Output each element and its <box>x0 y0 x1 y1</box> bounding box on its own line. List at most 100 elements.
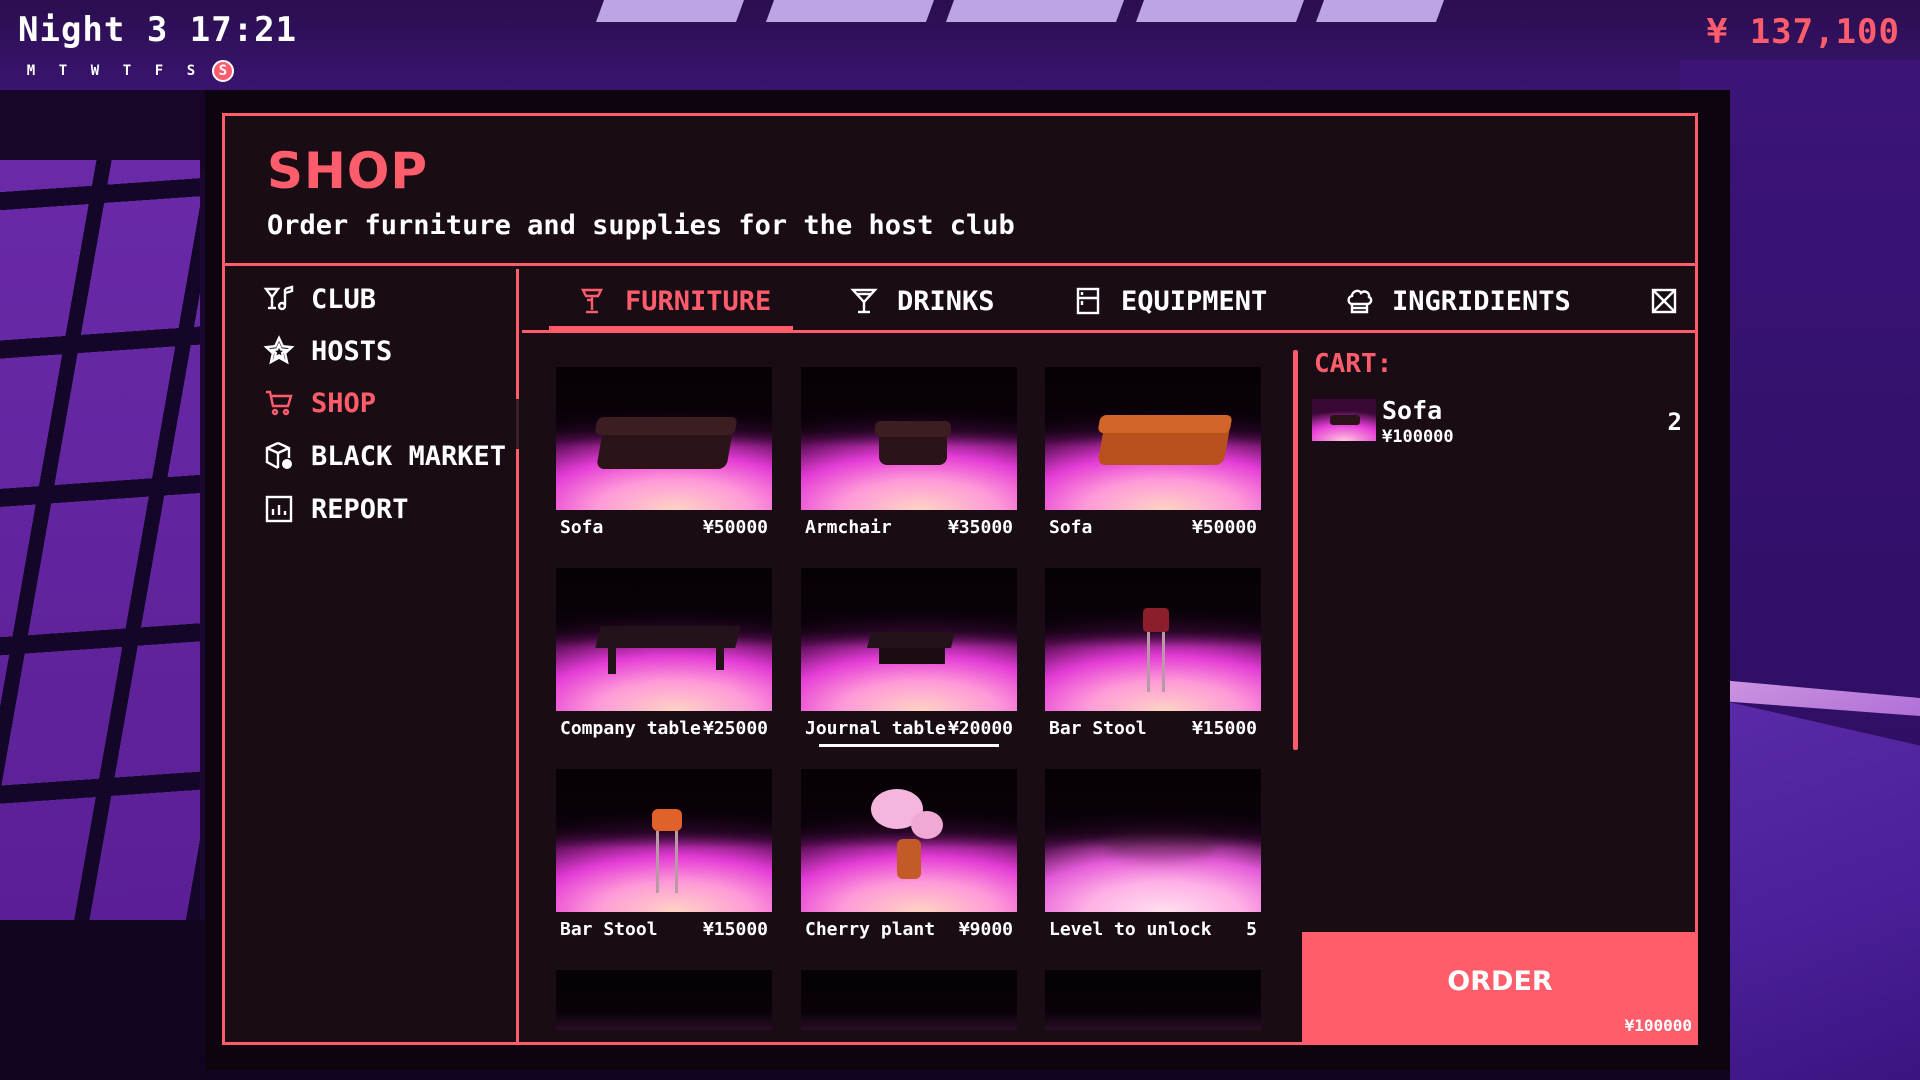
sidebar-item-label: HOSTS <box>311 335 393 367</box>
item-price: ¥50000 <box>702 517 768 538</box>
item-name: Journal table <box>805 718 946 739</box>
day-thursday: T <box>122 63 132 79</box>
tab-drinks[interactable]: DRINKS <box>849 269 995 330</box>
page-subtitle: Order furniture and supplies for the hos… <box>267 210 1015 241</box>
unlock-level: 5 <box>1246 919 1257 940</box>
item-name: Level to unlock <box>1049 919 1212 940</box>
sidebar-item-label: CLUB <box>311 283 377 315</box>
shop-item-cherry-plant[interactable]: Cherry plant ¥9000 <box>801 769 1017 940</box>
lamp-icon <box>581 288 603 314</box>
item-name: Armchair <box>805 517 892 538</box>
item-thumbnail <box>556 970 772 1030</box>
ceiling-light <box>945 0 1125 22</box>
shop-item-armchair[interactable]: Armchair ¥35000 <box>801 367 1017 538</box>
day-wednesday: W <box>90 63 100 79</box>
item-thumbnail <box>1045 769 1261 912</box>
active-tab-indicator <box>549 326 793 330</box>
shop-item-company-table[interactable]: Company table ¥25000 <box>556 568 772 739</box>
item-price: ¥15000 <box>1191 718 1257 739</box>
ceiling-light <box>765 0 935 22</box>
tab-furniture[interactable]: FURNITURE <box>577 269 772 330</box>
item-price: ¥25000 <box>702 718 768 739</box>
shop-panel: SHOP Order furniture and supplies for th… <box>222 113 1698 1045</box>
item-price: ¥15000 <box>702 919 768 940</box>
order-button-label: ORDER <box>1447 966 1553 997</box>
cart-item-price: ¥100000 <box>1382 427 1454 447</box>
sidebar-item-hosts[interactable]: HOSTS <box>263 331 392 371</box>
floor <box>0 920 220 1080</box>
tab-equipment[interactable]: EQUIPMENT <box>1073 269 1268 330</box>
item-thumbnail <box>1045 367 1261 510</box>
shop-item-bar-stool-red[interactable]: Bar Stool ¥15000 <box>1045 568 1261 739</box>
weekday-indicator: M T W T F S S <box>20 60 234 82</box>
item-name: Company table <box>560 718 701 739</box>
sidebar-scroll-marker <box>516 399 519 449</box>
star-icon <box>263 335 295 365</box>
chef-hat-icon <box>1347 289 1373 314</box>
window <box>0 160 200 920</box>
item-thumbnail <box>1045 970 1261 1030</box>
cart-item[interactable]: Sofa ¥100000 2 <box>1312 394 1688 450</box>
tab-decor[interactable]: D <box>1649 269 1698 330</box>
item-price: ¥50000 <box>1191 517 1257 538</box>
cocktail-music-icon <box>263 285 294 311</box>
fridge-icon <box>1076 287 1100 315</box>
sidebar-item-label: SHOP <box>311 387 377 419</box>
floor <box>1720 700 1920 1080</box>
order-total: ¥100000 <box>1624 1016 1692 1035</box>
shop-item[interactable] <box>556 970 772 1030</box>
grid-scrollbar[interactable] <box>1293 350 1298 750</box>
item-thumbnail <box>801 568 1017 711</box>
item-thumbnail <box>556 568 772 711</box>
shop-item-bar-stool-orange[interactable]: Bar Stool ¥15000 <box>556 769 772 940</box>
item-name: Bar Stool <box>1049 718 1147 739</box>
ceiling-light <box>1315 0 1445 22</box>
item-thumbnail <box>801 367 1017 510</box>
item-thumbnail <box>801 769 1017 912</box>
day-monday: M <box>26 63 36 79</box>
item-price: ¥35000 <box>947 517 1013 538</box>
item-thumbnail <box>556 769 772 912</box>
cocktail-glass-icon <box>850 288 878 314</box>
ceiling-light <box>1135 0 1305 22</box>
shop-item[interactable] <box>801 970 1017 1030</box>
chart-icon <box>265 495 293 523</box>
wall-shadow <box>0 90 210 170</box>
day-saturday: S <box>186 63 196 79</box>
shop-item-locked: Level to unlock 5 <box>1045 769 1261 940</box>
tab-label: FURNITURE <box>625 285 772 317</box>
day-tuesday: T <box>58 63 68 79</box>
sidebar: CLUB HOSTS SHOP BLACK MARKET REPORT <box>225 269 519 1045</box>
cart-item-quantity: 2 <box>1667 408 1682 436</box>
sidebar-item-black-market[interactable]: BLACK MARKET <box>263 436 506 476</box>
tab-label: EQUIPMENT <box>1121 285 1268 317</box>
sidebar-item-club[interactable]: CLUB <box>263 279 376 319</box>
night-clock: Night 3 17:21 <box>18 10 298 50</box>
cart-icon <box>266 390 293 416</box>
order-button[interactable]: ORDER ¥100000 <box>1302 932 1698 1045</box>
item-price: ¥20000 <box>947 718 1013 739</box>
tab-label: DRINKS <box>897 285 995 317</box>
item-name: Bar Stool <box>560 919 658 940</box>
sidebar-item-shop[interactable]: SHOP <box>263 383 376 423</box>
item-grid: Sofa ¥50000 Armchair ¥35000 Sofa ¥50000 <box>522 336 1299 1045</box>
tab-label: INGRIDIENTS <box>1392 285 1571 317</box>
item-name: Sofa <box>1049 517 1093 538</box>
package-icon <box>265 441 292 470</box>
tab-label: D <box>1697 286 1698 317</box>
cart-title: CART: <box>1314 349 1393 379</box>
shop-item[interactable] <box>1045 970 1261 1030</box>
shop-item-journal-table[interactable]: Journal table ¥20000 <box>801 568 1017 747</box>
shop-item-sofa-orange[interactable]: Sofa ¥50000 <box>1045 367 1261 538</box>
cart-item-thumbnail <box>1312 399 1376 441</box>
shop-item-sofa[interactable]: Sofa ¥50000 <box>556 367 772 538</box>
item-name: Sofa <box>560 517 604 538</box>
panel-header: SHOP Order furniture and supplies for th… <box>225 116 1695 266</box>
tab-ingridients[interactable]: INGRIDIENTS <box>1344 269 1571 330</box>
day-friday: F <box>154 63 164 79</box>
item-name: Cherry plant <box>805 919 936 940</box>
hover-underline <box>819 744 999 747</box>
category-tabs: FURNITURE DRINKS EQUIPMENT INGRIDIENTS D <box>522 269 1698 333</box>
page-title: SHOP <box>267 142 429 200</box>
sidebar-item-report[interactable]: REPORT <box>263 489 409 529</box>
